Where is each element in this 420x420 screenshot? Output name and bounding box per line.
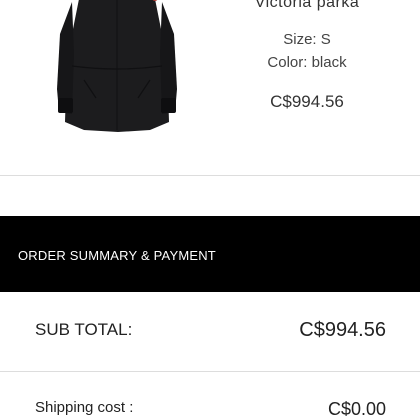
product-size: Size: S: [283, 31, 331, 48]
product-name[interactable]: Victoria parka: [200, 0, 414, 12]
order-summary-header: ORDER SUMMARY & PAYMENT: [0, 216, 420, 292]
order-summary-title: ORDER SUMMARY & PAYMENT: [18, 248, 216, 263]
shipping-value: C$0.00: [327, 399, 386, 419]
product-color: Color: black: [267, 54, 347, 71]
subtotal-label: SUB TOTAL:: [35, 320, 133, 339]
cart-page: Victoria parka Size: S Color: black C$99…: [0, 0, 420, 420]
parka-image: [57, 0, 177, 132]
product-price: C$994.56: [270, 92, 344, 111]
product-item: Victoria parka Size: S Color: black C$99…: [0, 0, 420, 176]
subtotal-value: C$994.56: [299, 319, 386, 341]
shipping-label: Shipping cost :: [35, 399, 134, 416]
divider: [0, 175, 420, 176]
divider: [0, 371, 420, 372]
